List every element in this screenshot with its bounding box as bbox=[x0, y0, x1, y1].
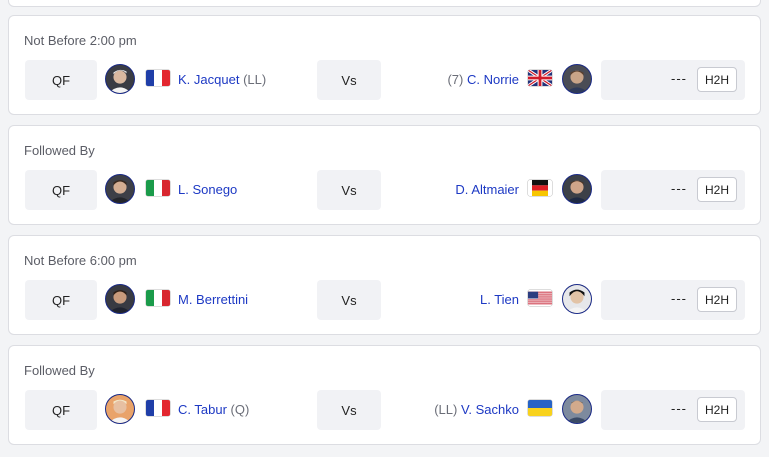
germany-flag-icon bbox=[528, 180, 552, 196]
score-box: --- H2H bbox=[601, 280, 745, 320]
match-time-label: Followed By bbox=[24, 143, 95, 158]
player1-entry-tag: (Q) bbox=[230, 402, 250, 417]
player2-avatar[interactable] bbox=[562, 64, 592, 94]
round-label: QF bbox=[25, 280, 97, 320]
match-card: Not Before 2:00 pm QF K. Jacquet (LL) Vs… bbox=[8, 15, 761, 115]
player1-avatar[interactable] bbox=[105, 174, 135, 204]
player2-name[interactable]: L. Tien bbox=[480, 292, 519, 307]
match-card: Not Before 6:00 pm QF M. Berrettini Vs L… bbox=[8, 235, 761, 335]
italy-flag-icon bbox=[146, 180, 170, 196]
player2-name[interactable]: C. Norrie bbox=[467, 72, 519, 87]
h2h-button[interactable]: H2H bbox=[697, 67, 737, 92]
match-time-label: Not Before 2:00 pm bbox=[24, 33, 137, 48]
match-time-label: Followed By bbox=[24, 363, 95, 378]
round-label: QF bbox=[25, 390, 97, 430]
player1-avatar[interactable] bbox=[105, 64, 135, 94]
player2-name[interactable]: V. Sachko bbox=[461, 402, 519, 417]
france-flag-icon bbox=[146, 400, 170, 416]
player2-name[interactable]: D. Altmaier bbox=[455, 182, 519, 197]
vs-label: Vs bbox=[317, 280, 381, 320]
player1[interactable]: C. Tabur (Q) bbox=[178, 402, 249, 417]
score: --- bbox=[671, 181, 687, 196]
player1-avatar[interactable] bbox=[105, 284, 135, 314]
score-box: --- H2H bbox=[601, 390, 745, 430]
uk-flag-icon bbox=[528, 70, 552, 86]
player1-name[interactable]: M. Berrettini bbox=[178, 292, 248, 307]
player1[interactable]: L. Sonego bbox=[178, 182, 237, 197]
player2-seed: (LL) bbox=[434, 402, 458, 417]
h2h-button[interactable]: H2H bbox=[697, 177, 737, 202]
player1-name[interactable]: K. Jacquet bbox=[178, 72, 239, 87]
player2[interactable]: (LL) V. Sachko bbox=[434, 402, 519, 417]
match-card: Followed By QF C. Tabur (Q) Vs (LL) V. S… bbox=[8, 345, 761, 445]
h2h-button[interactable]: H2H bbox=[697, 397, 737, 422]
player2-seed: (7) bbox=[447, 72, 464, 87]
match-card: Followed By QF L. Sonego Vs D. Altmaier … bbox=[8, 125, 761, 225]
usa-flag-icon bbox=[528, 290, 552, 306]
player2-avatar[interactable] bbox=[562, 174, 592, 204]
round-label: QF bbox=[25, 60, 97, 100]
player1-avatar[interactable] bbox=[105, 394, 135, 424]
italy-flag-icon bbox=[146, 290, 170, 306]
player2[interactable]: D. Altmaier bbox=[455, 182, 519, 197]
player1-entry-tag: (LL) bbox=[243, 72, 267, 87]
h2h-button[interactable]: H2H bbox=[697, 287, 737, 312]
player1-name[interactable]: C. Tabur bbox=[178, 402, 227, 417]
player1-name[interactable]: L. Sonego bbox=[178, 182, 237, 197]
score-box: --- H2H bbox=[601, 170, 745, 210]
score: --- bbox=[671, 71, 687, 86]
player1[interactable]: M. Berrettini bbox=[178, 292, 248, 307]
previous-match-card bbox=[8, 0, 761, 7]
score-box: --- H2H bbox=[601, 60, 745, 100]
ukraine-flag-icon bbox=[528, 400, 552, 416]
match-time-label: Not Before 6:00 pm bbox=[24, 253, 137, 268]
score: --- bbox=[671, 401, 687, 416]
score: --- bbox=[671, 291, 687, 306]
player2[interactable]: L. Tien bbox=[480, 292, 519, 307]
player2-avatar[interactable] bbox=[562, 284, 592, 314]
player2[interactable]: (7) C. Norrie bbox=[447, 72, 519, 87]
vs-label: Vs bbox=[317, 60, 381, 100]
player1[interactable]: K. Jacquet (LL) bbox=[178, 72, 266, 87]
france-flag-icon bbox=[146, 70, 170, 86]
round-label: QF bbox=[25, 170, 97, 210]
vs-label: Vs bbox=[317, 170, 381, 210]
vs-label: Vs bbox=[317, 390, 381, 430]
player2-avatar[interactable] bbox=[562, 394, 592, 424]
